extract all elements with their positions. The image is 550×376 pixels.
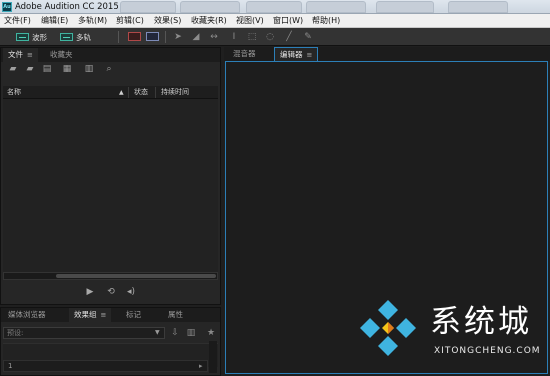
lasso-selection-icon[interactable]: ◌ xyxy=(264,31,276,43)
title-bar: Au Adobe Audition CC 2015 xyxy=(0,0,550,14)
tab-favorites-label: 收藏夹 xyxy=(50,50,73,59)
loop-icon[interactable]: ⟲ xyxy=(105,286,117,298)
search-icon[interactable]: ⌕ xyxy=(103,64,115,75)
import-file-icon[interactable]: ▰ xyxy=(24,64,36,75)
favorite-star-icon[interactable]: ★ xyxy=(205,327,217,339)
tab-markers-label: 标记 xyxy=(126,310,141,319)
watermark-subtext: XITONGCHENG.COM xyxy=(434,346,541,356)
tab-markers[interactable]: 标记 xyxy=(121,308,146,322)
multitrack-icon xyxy=(60,33,73,41)
files-column-header: 名称 ▲ 状态 持续时间 xyxy=(3,86,218,99)
auto-play-icon[interactable]: ◂) xyxy=(125,286,137,298)
editor-tabbar: 混音器 编辑器 ≡ xyxy=(224,47,550,61)
spot-healing-icon[interactable]: ✎ xyxy=(302,31,314,43)
menu-effects[interactable]: 效果(S) xyxy=(154,15,181,27)
tab-media-browser-label: 媒体浏览器 xyxy=(8,310,46,319)
scrollbar-thumb[interactable] xyxy=(56,274,216,278)
marquee-selection-icon[interactable]: ⬚ xyxy=(246,31,258,43)
toolbar-divider xyxy=(165,31,166,43)
razor-tool-icon[interactable]: ◢ xyxy=(190,31,202,43)
menu-view[interactable]: 视图(V) xyxy=(236,15,264,27)
new-file-icon[interactable]: ▤ xyxy=(41,64,53,75)
vertical-scrollbar[interactable] xyxy=(209,341,217,373)
preset-dropdown[interactable]: 预设: ▼ xyxy=(3,327,165,339)
tab-properties-label: 属性 xyxy=(168,310,183,319)
delete-preset-icon[interactable]: ▥ xyxy=(185,327,197,339)
tab-mixer[interactable]: 混音器 xyxy=(228,47,261,61)
effect-slot-number: 1 xyxy=(8,362,13,370)
menu-clip[interactable]: 剪辑(C) xyxy=(116,15,144,27)
sort-ascending-icon[interactable]: ▲ xyxy=(119,86,124,99)
tab-effects-rack-label: 效果组 xyxy=(74,310,97,319)
brush-selection-icon[interactable]: ╱ xyxy=(283,31,295,43)
xitongcheng-logo xyxy=(360,300,416,356)
chevron-right-icon: ▸ xyxy=(199,362,203,370)
column-duration[interactable]: 持续时间 xyxy=(161,86,189,99)
tab-properties[interactable]: 属性 xyxy=(163,308,188,322)
tab-mixer-label: 混音器 xyxy=(233,49,256,58)
save-preset-icon[interactable]: ⇩ xyxy=(169,327,181,339)
menu-window[interactable]: 窗口(W) xyxy=(273,15,303,27)
menu-file[interactable]: 文件(F) xyxy=(4,15,31,27)
audition-app-icon: Au xyxy=(2,2,12,12)
menu-help[interactable]: 帮助(H) xyxy=(312,15,340,27)
background-tab xyxy=(448,1,508,13)
menu-multitrack[interactable]: 多轨(M) xyxy=(78,15,107,27)
background-tab xyxy=(120,1,176,13)
effects-tabbar: 媒体浏览器 效果组 ≡ 标记 属性 xyxy=(1,308,220,322)
panel-menu-icon[interactable]: ≡ xyxy=(307,51,313,59)
background-tab xyxy=(376,1,434,13)
watermark-text: 系统城 xyxy=(430,304,532,340)
multitrack-mode-button[interactable]: 多轨 xyxy=(60,31,91,43)
menu-bar: 文件(F) 编辑(E) 多轨(M) 剪辑(C) 效果(S) 收藏夹(R) 视图(… xyxy=(0,14,550,28)
open-file-icon[interactable]: ▰ xyxy=(7,64,19,75)
horizontal-scrollbar[interactable] xyxy=(3,272,218,280)
effects-rack-panel: 媒体浏览器 效果组 ≡ 标记 属性 预设: ▼ ⇩ ▥ ★ 1 ▸ xyxy=(0,307,221,376)
window-title: Adobe Audition CC 2015 xyxy=(15,2,119,12)
waveform-label: 波形 xyxy=(32,32,47,42)
menu-edit[interactable]: 编辑(E) xyxy=(41,15,68,27)
background-tab xyxy=(246,1,302,13)
panel-menu-icon[interactable]: ≡ xyxy=(27,51,33,59)
spectral-pitch-icon[interactable] xyxy=(146,32,159,41)
time-selection-icon[interactable]: I xyxy=(228,31,240,43)
preview-transport: ▶ ⟲ ◂) xyxy=(1,284,220,300)
files-list[interactable] xyxy=(3,99,218,276)
tab-effects-rack[interactable]: 效果组 ≡ xyxy=(69,308,112,322)
chevron-down-icon: ▼ xyxy=(155,329,160,336)
effect-slot-row[interactable]: 1 ▸ xyxy=(3,360,208,372)
tab-files[interactable]: 文件 ≡ xyxy=(3,48,38,62)
column-divider[interactable] xyxy=(128,87,129,98)
slip-tool-icon[interactable]: ↔ xyxy=(208,31,220,43)
files-tabbar: 文件 ≡ 收藏夹 xyxy=(1,48,220,62)
tab-editor[interactable]: 编辑器 ≡ xyxy=(274,47,319,61)
menu-favorites[interactable]: 收藏夹(R) xyxy=(191,15,227,27)
multitrack-label: 多轨 xyxy=(76,32,91,42)
delete-icon[interactable]: ▥ xyxy=(83,64,95,75)
column-divider[interactable] xyxy=(155,87,156,98)
tab-files-label: 文件 xyxy=(8,50,23,59)
waveform-icon xyxy=(16,33,29,41)
background-tab xyxy=(180,1,240,13)
toolbar-divider xyxy=(118,31,119,43)
tab-media-browser[interactable]: 媒体浏览器 xyxy=(3,308,51,322)
tab-editor-label: 编辑器 xyxy=(280,50,303,59)
spectral-frequency-icon[interactable] xyxy=(128,32,141,41)
play-icon[interactable]: ▶ xyxy=(84,286,96,298)
waveform-mode-button[interactable]: 波形 xyxy=(16,31,47,43)
column-status[interactable]: 状态 xyxy=(134,86,148,99)
panel-menu-icon[interactable]: ≡ xyxy=(101,311,107,319)
move-tool-icon[interactable]: ➤ xyxy=(172,31,184,43)
preset-label: 预设: xyxy=(7,329,24,337)
tab-favorites[interactable]: 收藏夹 xyxy=(45,48,78,62)
insert-into-multitrack-icon[interactable]: ▦ xyxy=(61,64,73,75)
background-tab xyxy=(306,1,366,13)
toolbar: 波形 多轨 ➤ ◢ ↔ I ⬚ ◌ ╱ ✎ xyxy=(0,28,550,46)
files-panel: 文件 ≡ 收藏夹 ▰ ▰ ▤ ▦ ▥ ⌕ 名称 ▲ 状态 持续时间 ▶ ⟲ ◂) xyxy=(0,47,221,305)
column-name[interactable]: 名称 xyxy=(7,86,21,99)
files-toolbar: ▰ ▰ ▤ ▦ ▥ ⌕ xyxy=(1,62,220,77)
